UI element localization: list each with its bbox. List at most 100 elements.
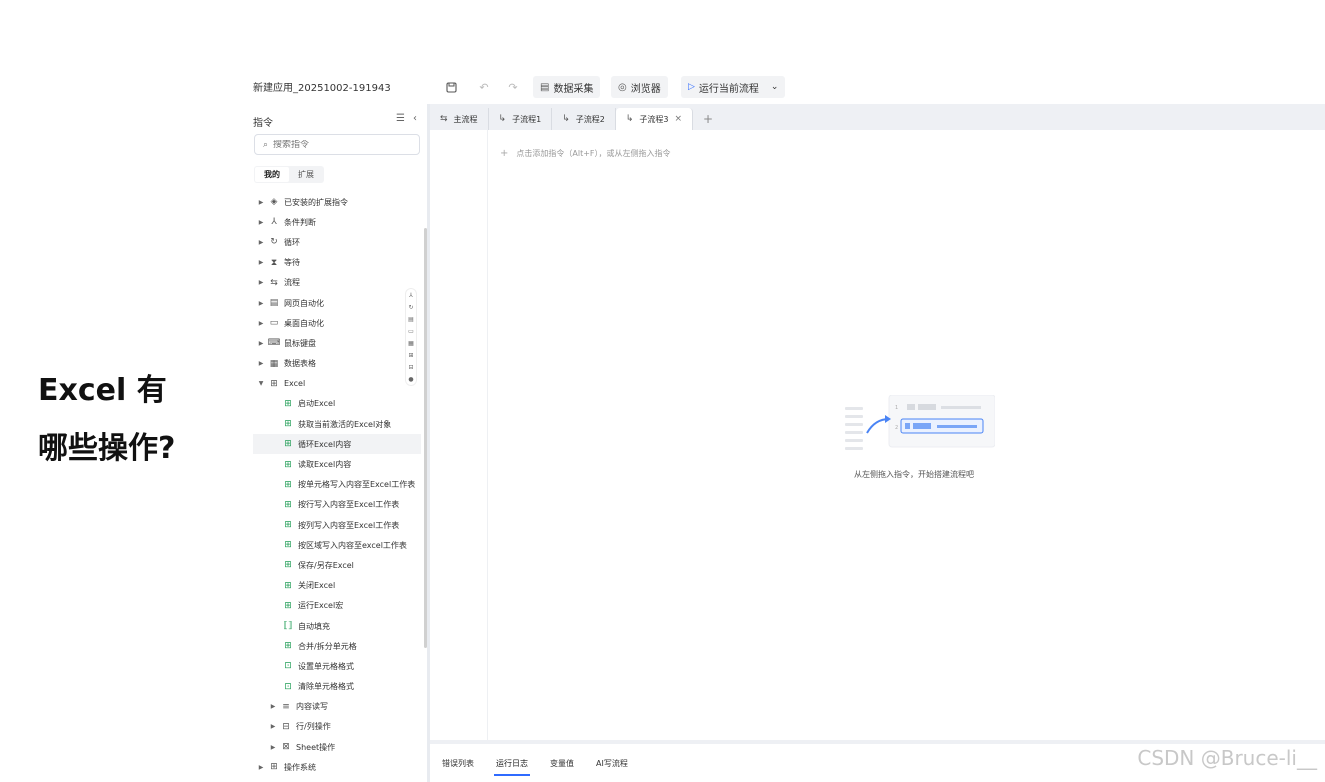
command-item[interactable]: ▶ ⊠ Sheet操作 [253, 737, 421, 757]
caret-down-icon[interactable]: ▼ [255, 380, 267, 387]
command-item[interactable]: ⊞ 按区域写入内容至excel工作表 [253, 535, 421, 555]
command-item[interactable]: ⊡ 设置单元格格式 [253, 656, 421, 676]
flow-tab[interactable]: ↳ 子流程3 × [615, 108, 694, 130]
command-item[interactable]: ⊡ 清除单元格格式 [253, 677, 421, 697]
flow-tab-label: 子流程1 [512, 114, 542, 124]
rail-loop-icon[interactable]: ↻ [408, 304, 413, 311]
command-item[interactable]: ▶ ↻ 循环 [253, 232, 421, 252]
excel-write-cell-icon: ⊞ [284, 479, 292, 490]
flow-canvas[interactable]: + 点击添加指令（Alt+F），或从左侧拖入指令 1 2 从左侧拖入指令，开始搭… [430, 130, 1325, 740]
excel-active-icon: ⊞ [284, 419, 292, 430]
caret-right-icon[interactable]: ▶ [255, 360, 267, 367]
caret-right-icon[interactable]: ▶ [255, 764, 267, 771]
command-item[interactable]: ▼ ⊞ Excel [253, 374, 421, 394]
bottom-tab[interactable]: 错误列表 [442, 752, 474, 775]
undo-icon[interactable]: ↶ [475, 78, 493, 96]
flow-tabs: ⇆ 主流程 ↳ 子流程1 ↳ 子流程2 ↳ 子流程3 × + [430, 104, 1325, 130]
caret-right-icon[interactable]: ▶ [255, 239, 267, 246]
rail-grid-icon[interactable]: ⊞ [408, 352, 413, 359]
command-item[interactable]: ▶ ▤ 网页自动化 [253, 293, 421, 313]
command-item-label: 合并/拆分单元格 [298, 641, 357, 651]
close-icon[interactable]: × [674, 114, 682, 124]
caret-right-icon[interactable]: ▶ [255, 199, 267, 206]
command-item[interactable]: ⊞ 关闭Excel [253, 576, 421, 596]
caret-right-icon[interactable]: ▶ [255, 219, 267, 226]
add-tab-icon[interactable]: + [693, 108, 723, 130]
caret-right-icon[interactable]: ▶ [267, 703, 279, 710]
command-item[interactable]: ▶ ≡ 内容读写 [253, 697, 421, 717]
caret-right-icon[interactable]: ▶ [267, 723, 279, 730]
bottom-tab[interactable]: 运行日志 [494, 752, 530, 776]
rail-web-icon[interactable]: ▤ [408, 316, 414, 323]
command-item[interactable]: ⊞ 获取当前激活的Excel对象 [253, 414, 421, 434]
command-item[interactable]: ⊞ 按单元格写入内容至Excel工作表 [253, 475, 421, 495]
command-item[interactable]: ▶ ⇆ 流程 [253, 273, 421, 293]
save-icon[interactable] [442, 78, 460, 96]
command-item[interactable]: ▶ ▭ 桌面自动化 [253, 313, 421, 333]
command-item[interactable]: ⊞ 读取Excel内容 [253, 454, 421, 474]
command-item-label: 内容读写 [296, 702, 328, 712]
flow-tab[interactable]: ↳ 子流程1 [489, 108, 553, 130]
caret-right-icon[interactable]: ▶ [255, 279, 267, 286]
command-item-label: 设置单元格格式 [298, 661, 354, 671]
run-current-flow-button[interactable]: ▷ 运行当前流程 ⌄ [681, 76, 786, 98]
rpa-app-window: 新建应用_20251002-191943 ↶ ↷ ▤ 数据采集 ◎ 浏览器 ▷ … [247, 70, 1325, 782]
caret-right-icon[interactable]: ▶ [267, 744, 279, 751]
flow-tab-label: 子流程3 [639, 114, 669, 124]
command-search[interactable]: ⌕ [254, 134, 420, 155]
command-item[interactable]: ⊞ 运行Excel宏 [253, 596, 421, 616]
command-item[interactable]: ⊞ 启动Excel [253, 394, 421, 414]
command-item[interactable]: ⊞ 合并/拆分单元格 [253, 636, 421, 656]
caret-right-icon[interactable]: ▶ [255, 340, 267, 347]
segment-extension[interactable]: 扩展 [289, 167, 323, 182]
add-command-hint[interactable]: + 点击添加指令（Alt+F），或从左侧拖入指令 [500, 148, 671, 159]
command-item[interactable]: ▶ ⊟ 行/列操作 [253, 717, 421, 737]
caret-right-icon[interactable]: ▶ [255, 259, 267, 266]
command-item[interactable]: ⊞ 按列写入内容至Excel工作表 [253, 515, 421, 535]
flow-tab[interactable]: ⇆ 主流程 [430, 108, 489, 130]
command-item-label: 循环 [284, 237, 300, 247]
rail-branch-icon[interactable]: ⅄ [409, 292, 413, 299]
data-collect-button[interactable]: ▤ 数据采集 [533, 76, 601, 98]
segment-mine[interactable]: 我的 [255, 167, 289, 182]
command-item[interactable]: ▶ ▦ 数据表格 [253, 354, 421, 374]
command-tree: ▶ ◈ 已安装的扩展指令 ▶ ⅄ 条件判断 ▶ ↻ 循环 ▶ ⧗ 等待 ▶ ⇆ 流程 ▶ ▤ 网页自动化 ▶ ▭ 桌面自… [253, 192, 421, 777]
desktop-icon: ▭ [269, 318, 279, 329]
webpage-icon: ▤ [269, 298, 279, 309]
command-item[interactable]: ▶ ⌨ 鼠标键盘 [253, 333, 421, 353]
browser-icon: ◎ [618, 81, 627, 93]
caret-right-icon[interactable]: ▶ [255, 300, 267, 307]
search-input[interactable] [273, 139, 404, 150]
bottom-tab[interactable]: 变量值 [550, 752, 574, 775]
command-item-label: 循环Excel内容 [298, 439, 352, 449]
command-item-label: 操作系统 [284, 762, 316, 772]
redo-icon[interactable]: ↷ [504, 78, 522, 96]
command-item[interactable]: ▶ ⊞ 操作系统 [253, 757, 421, 777]
command-item-label: 流程 [284, 278, 300, 288]
command-item[interactable]: ⟦⟧ 自动填充 [253, 616, 421, 636]
command-item-label: 启动Excel [298, 399, 336, 409]
sidebar-segment: 我的 扩展 [254, 166, 324, 183]
rail-desktop-icon[interactable]: ▭ [408, 328, 414, 335]
caret-right-icon[interactable]: ▶ [255, 320, 267, 327]
chevron-down-icon[interactable]: ⌄ [771, 82, 779, 92]
play-icon: ▷ [688, 82, 695, 92]
command-item[interactable]: ⊞ 循环Excel内容 [253, 434, 421, 455]
rail-excel-icon[interactable]: ⊟ [408, 364, 413, 371]
command-item[interactable]: ▶ ⧗ 等待 [253, 253, 421, 273]
command-item-label: 等待 [284, 258, 300, 268]
bottom-tab[interactable]: AI写流程 [596, 752, 628, 775]
data-collect-icon: ▤ [540, 81, 550, 93]
chevron-left-icon[interactable]: ‹ [413, 113, 417, 124]
excel-icon: ⊞ [270, 378, 278, 389]
browser-button[interactable]: ◎ 浏览器 [611, 76, 668, 98]
command-item[interactable]: ▶ ◈ 已安装的扩展指令 [253, 192, 421, 212]
command-item-label: 获取当前激活的Excel对象 [298, 419, 392, 429]
collapse-all-icon[interactable]: ☰ [396, 113, 405, 124]
rail-table-icon[interactable]: ▦ [408, 340, 414, 347]
rail-dot-icon[interactable]: ● [408, 376, 413, 383]
command-item[interactable]: ⊞ 保存/另存Excel [253, 555, 421, 575]
flow-tab[interactable]: ↳ 子流程2 [552, 108, 616, 130]
command-item[interactable]: ▶ ⅄ 条件判断 [253, 212, 421, 232]
command-item[interactable]: ⊞ 按行写入内容至Excel工作表 [253, 495, 421, 515]
